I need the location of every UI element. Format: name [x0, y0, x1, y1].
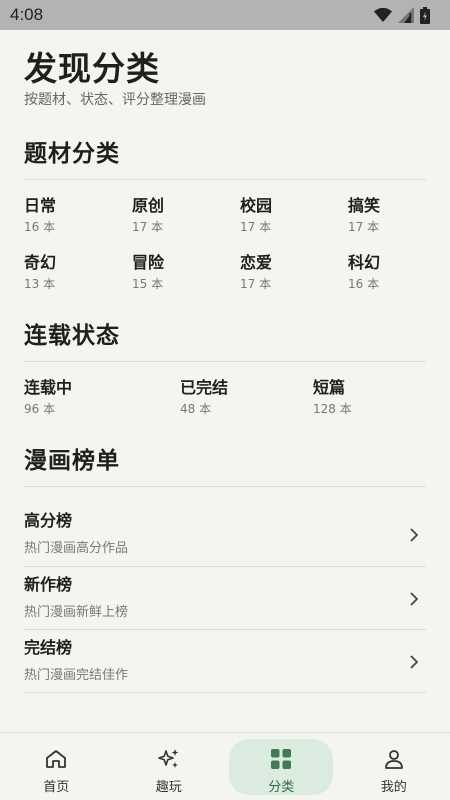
nav-item-profile[interactable]: 我的 [338, 733, 450, 800]
grid-icon [271, 749, 292, 769]
battery-icon [420, 6, 430, 24]
genre-count: 16 本 [348, 277, 380, 291]
genre-name: 校园 [240, 196, 273, 215]
nav-label: 我的 [380, 780, 407, 795]
status-item-short[interactable]: 短篇 128 本 [313, 378, 413, 417]
discover-page: 发现分类 按题材、状态、评分整理漫画 题材分类 日常 16 本 原创 17 本 … [0, 30, 450, 732]
status-icons [374, 6, 430, 24]
ranking-desc: 热门漫画完结佳作 [24, 668, 129, 683]
user-icon [384, 750, 403, 769]
nav-label: 趣玩 [155, 780, 182, 795]
nav-item-home[interactable]: 首页 [0, 733, 113, 800]
rankings-section: 漫画榜单 高分榜 热门漫画高分作品 新作榜 热门漫画新鲜上榜 完结榜 热门漫画完… [24, 446, 426, 693]
genre-item[interactable]: 搞笑 17 本 [348, 196, 428, 235]
rankings-section-title: 漫画榜单 [24, 448, 120, 474]
status-grid: 连载中 96 本 已完结 48 本 短篇 128 本 [24, 378, 426, 417]
genre-name: 奇幻 [24, 253, 57, 272]
ranking-item-new[interactable]: 新作榜 热门漫画新鲜上榜 [24, 567, 426, 630]
ranking-desc: 热门漫画新鲜上榜 [24, 605, 129, 620]
genre-item[interactable]: 科幻 16 本 [348, 253, 428, 292]
nav-icon-wrap [362, 743, 426, 775]
genre-item[interactable]: 日常 16 本 [24, 196, 132, 235]
status-item-completed[interactable]: 已完结 48 本 [180, 378, 313, 417]
genre-count: 17 本 [240, 277, 272, 291]
ranking-title: 高分榜 [24, 511, 73, 530]
genre-item[interactable]: 原创 17 本 [132, 196, 240, 235]
nav-icon-wrap [249, 743, 313, 775]
bottom-nav: 首页 趣玩 分类 我的 [0, 732, 450, 800]
genre-item[interactable]: 奇幻 13 本 [24, 253, 132, 292]
wifi-icon [374, 8, 392, 22]
chevron-right-icon [410, 655, 419, 669]
status-count: 96 本 [24, 402, 56, 416]
chevron-right-icon [410, 528, 419, 542]
status-name: 已完结 [180, 378, 229, 397]
nav-icon-wrap [137, 743, 201, 775]
genre-name: 原创 [132, 196, 165, 215]
status-count: 48 本 [180, 402, 212, 416]
sparkle-icon [157, 749, 179, 768]
page-title: 发现分类 [24, 49, 160, 88]
status-section-title: 连载状态 [24, 323, 120, 349]
page-subtitle: 按题材、状态、评分整理漫画 [24, 92, 206, 108]
ranking-item-completed[interactable]: 完结榜 热门漫画完结佳作 [24, 630, 426, 693]
genre-count: 17 本 [132, 220, 164, 234]
genre-item[interactable]: 冒险 15 本 [132, 253, 240, 292]
genre-count: 17 本 [348, 220, 380, 234]
home-icon [46, 750, 67, 768]
genre-count: 16 本 [24, 220, 56, 234]
divider [24, 486, 426, 487]
nav-item-fun[interactable]: 趣玩 [113, 733, 226, 800]
nav-item-category[interactable]: 分类 [225, 733, 338, 800]
nav-label: 分类 [268, 780, 295, 795]
nav-icon-wrap [24, 743, 88, 775]
genre-name: 冒险 [132, 253, 165, 272]
nav-label: 首页 [43, 780, 70, 795]
genre-name: 日常 [24, 196, 57, 215]
genre-item[interactable]: 恋爱 17 本 [240, 253, 348, 292]
status-name: 连载中 [24, 378, 73, 397]
chevron-right-icon [410, 592, 419, 606]
genre-count: 15 本 [132, 277, 164, 291]
divider [24, 179, 426, 180]
ranking-item-top-rated[interactable]: 高分榜 热门漫画高分作品 [24, 503, 426, 567]
status-bar: 4:08 [0, 0, 450, 30]
genre-name: 恋爱 [240, 253, 273, 272]
signal-icon [398, 7, 414, 23]
genre-item[interactable]: 校园 17 本 [240, 196, 348, 235]
genre-name: 科幻 [348, 253, 381, 272]
genre-section-title: 题材分类 [24, 141, 120, 167]
ranking-title: 完结榜 [24, 638, 73, 657]
genre-name: 搞笑 [348, 196, 381, 215]
status-item-ongoing[interactable]: 连载中 96 本 [24, 378, 180, 417]
genre-section: 题材分类 日常 16 本 原创 17 本 校园 17 本 搞笑 17 本 奇幻 … [24, 139, 426, 292]
status-count: 128 本 [313, 402, 352, 416]
ranking-title: 新作榜 [24, 575, 73, 594]
genre-count: 17 本 [240, 220, 272, 234]
genre-grid: 日常 16 本 原创 17 本 校园 17 本 搞笑 17 本 奇幻 13 本 … [24, 196, 426, 292]
status-time: 4:08 [10, 5, 44, 24]
divider [24, 361, 426, 362]
genre-count: 13 本 [24, 277, 56, 291]
ranking-desc: 热门漫画高分作品 [24, 541, 129, 556]
serial-status-section: 连载状态 连载中 96 本 已完结 48 本 短篇 128 本 [24, 321, 426, 417]
status-name: 短篇 [313, 378, 346, 397]
